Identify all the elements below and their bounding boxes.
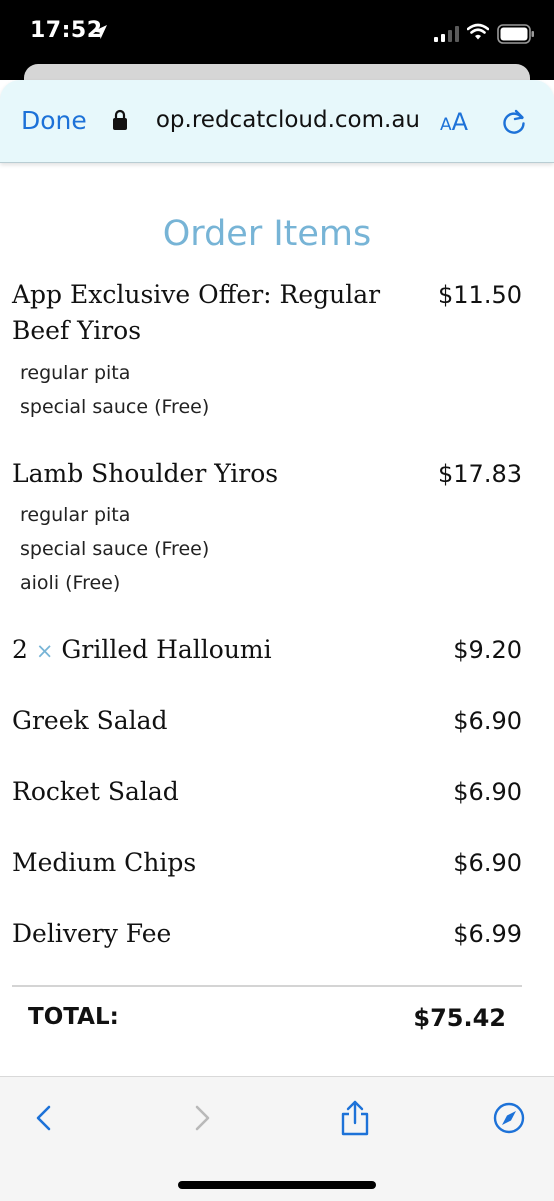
back-chevron-icon[interactable] <box>28 1099 62 1137</box>
done-button[interactable]: Done <box>21 106 87 135</box>
browser-address-bar: Done op.redcatcloud.com.au AA <box>0 80 554 163</box>
battery-icon <box>497 24 534 44</box>
page-title: Order Items <box>162 214 372 254</box>
item-price: $6.90 <box>453 849 522 877</box>
item-price: $6.90 <box>453 707 522 735</box>
item-name: Greek Salad <box>12 706 168 735</box>
total-value: $75.42 <box>413 1004 506 1032</box>
item-modifier: special sauce (Free) <box>20 538 210 560</box>
location-arrow-icon <box>93 25 107 39</box>
item-price: $17.83 <box>438 460 522 488</box>
item-modifier: aioli (Free) <box>20 572 121 594</box>
total-divider <box>12 985 522 987</box>
quantity-multiplier: × <box>35 639 54 663</box>
url-field[interactable]: op.redcatcloud.com.au <box>138 107 420 133</box>
url-text: op.redcatcloud.com.au <box>155 107 420 133</box>
compass-icon[interactable] <box>492 1099 526 1137</box>
reload-icon[interactable] <box>500 108 528 136</box>
item-price: $11.50 <box>438 281 522 309</box>
text-size-small-glyph: A <box>440 115 452 135</box>
text-size-button[interactable]: AA <box>440 108 468 136</box>
item-name: Grilled Halloumi <box>61 635 272 664</box>
cellular-signal-icon <box>434 26 459 42</box>
forward-chevron-icon[interactable] <box>184 1099 218 1137</box>
browser-toolbar <box>0 1076 554 1201</box>
item-price: $9.20 <box>453 636 522 664</box>
item-name: Delivery Fee <box>12 919 172 948</box>
item-quantity: 2 <box>12 635 28 664</box>
wifi-icon <box>467 23 489 40</box>
item-price: $6.99 <box>453 920 522 948</box>
item-modifier: regular pita <box>20 362 131 384</box>
item-name: Rocket Salad <box>12 777 179 806</box>
item-price: $6.90 <box>453 778 522 806</box>
item-modifier: regular pita <box>20 504 131 526</box>
lock-icon <box>113 109 127 130</box>
total-label: TOTAL: <box>28 1004 119 1030</box>
item-name: Medium Chips <box>12 848 197 877</box>
item-modifier: special sauce (Free) <box>20 396 210 418</box>
item-name-with-quantity: 2 × Grilled Halloumi <box>12 632 412 669</box>
item-name: App Exclusive Offer: Regular Beef Yiros <box>12 280 381 345</box>
text-size-large-glyph: A <box>451 108 469 136</box>
home-indicator <box>178 1181 376 1189</box>
item-name: Lamb Shoulder Yiros <box>12 459 279 488</box>
share-icon[interactable] <box>338 1099 372 1137</box>
